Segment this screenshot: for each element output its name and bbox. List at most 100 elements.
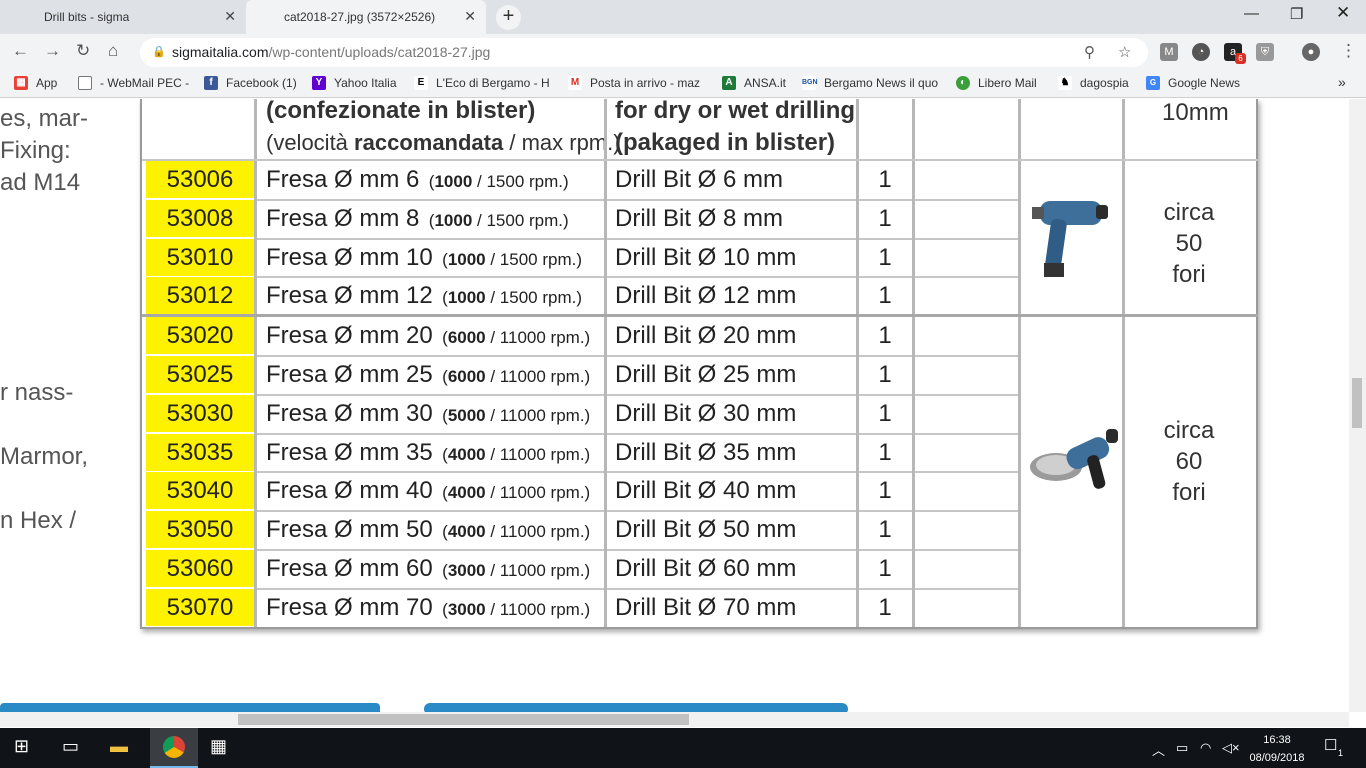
quantity: 1 (878, 243, 892, 271)
quantity: 1 (878, 166, 892, 193)
product-code: 53020 (146, 317, 254, 355)
bookmark-facebook[interactable]: f Facebook (1) (204, 76, 297, 90)
bookmark-google-news[interactable]: G Google News (1146, 76, 1240, 90)
close-tab-icon[interactable]: ✕ (224, 8, 236, 25)
volume-icon[interactable]: ◁× (1222, 740, 1240, 756)
product-code: 53035 (146, 433, 254, 471)
home-icon[interactable]: ⌂ (108, 41, 118, 61)
file-explorer-icon[interactable]: ▬ (110, 736, 128, 757)
description-it: Fresa Ø mm 10 (1000 / 1500 rpm.) (266, 243, 583, 271)
product-code: 53010 (146, 238, 254, 276)
clock[interactable]: 16:38 08/09/2018 (1246, 731, 1308, 767)
start-icon[interactable]: ⊞ (14, 736, 29, 757)
bookmark-eco-bergamo[interactable]: E L'Eco di Bergamo - H (414, 76, 550, 90)
description-en: Drill Bit Ø 25 mm (615, 361, 797, 388)
gmail-ext-icon[interactable]: M (1160, 43, 1178, 61)
notification-count: 1 (1338, 748, 1344, 758)
url-path: /wp-content/uploads/cat2018-27.jpg (268, 44, 491, 60)
shield-ext-icon[interactable]: ⛨ (1256, 43, 1274, 61)
product-table: (confezionate in blister) (velocità racc… (140, 99, 1258, 629)
description-en: Drill Bit Ø 8 mm (615, 204, 783, 232)
more-bookmarks-icon[interactable]: » (1338, 74, 1346, 90)
restore-icon[interactable]: ❐ (1290, 5, 1303, 23)
address-bar[interactable]: 🔒 sigmaitalia.com/wp-content/uploads/cat… (140, 38, 1148, 67)
vertical-scroll-thumb[interactable] (1352, 378, 1362, 428)
bookmark-app[interactable]: ▦ App (14, 76, 57, 90)
eco-icon: E (414, 76, 428, 90)
bookmark-posta[interactable]: M Posta in arrivo - maz (568, 76, 700, 90)
browser-toolbar: ← → ↻ ⌂ 🔒 sigmaitalia.com/wp-content/upl… (0, 34, 1366, 70)
product-code: 53012 (146, 277, 254, 315)
col-divider (1018, 99, 1021, 627)
speed-ext-icon[interactable]: ◔ (1192, 43, 1210, 61)
minimize-icon[interactable]: — (1244, 5, 1259, 22)
windows-taskbar: ⊞ ▭ ▬ ▦ ︿ ▭ ◠ ◁× ☐ 1 (0, 728, 1366, 768)
lock-icon: 🔒 (152, 46, 166, 58)
quantity: 1 (878, 204, 892, 232)
drill-image (1030, 189, 1114, 294)
bookmark-yahoo[interactable]: Y Yahoo Italia (312, 76, 397, 90)
header-it-line2: (velocità raccomandata / max rpm.) (266, 130, 621, 155)
bgn-icon: BGN (802, 76, 818, 90)
header-en-line2: (pakaged in blister) (615, 129, 836, 156)
bookmark-bergamo-news[interactable]: BGN Bergamo News il quo (802, 76, 938, 90)
quantity: 1 (878, 438, 892, 466)
quantity: 1 (878, 516, 892, 544)
clock-date: 08/09/2018 (1249, 752, 1305, 764)
product-code: 53006 (146, 161, 254, 198)
quantity: 1 (878, 322, 892, 350)
bookmarks-bar: ▦ App - WebMail PEC - f Facebook (1) Y Yaho… (0, 70, 1366, 98)
bookmark-libero[interactable]: ◐ Libero Mail (956, 76, 1037, 90)
description-it: Fresa Ø mm 60 (3000 / 11000 rpm.) (266, 555, 591, 582)
menu-icon[interactable]: ⋮ (1340, 41, 1357, 61)
calculator-icon[interactable]: ▦ (210, 736, 227, 757)
description-en: Drill Bit Ø 10 mm (615, 243, 797, 271)
horizontal-scroll-thumb[interactable] (238, 714, 689, 725)
star-icon[interactable]: ☆ (1118, 38, 1131, 67)
forward-icon[interactable]: → (44, 41, 61, 61)
ext-badge: 6 (1235, 53, 1246, 64)
left-text-line: ad M14 (0, 169, 81, 196)
bookmark-dagospia[interactable]: ♞ dagospia (1058, 76, 1129, 90)
group2-note: circa 60 fori (1163, 417, 1215, 506)
bookmark-ansa[interactable]: A ANSA.it (722, 76, 786, 90)
product-code: 53060 (146, 550, 254, 587)
back-icon[interactable]: ← (12, 41, 29, 61)
facebook-icon: f (204, 76, 218, 90)
battery-icon[interactable]: ▭ (1176, 740, 1188, 756)
chrome-taskbar-item[interactable] (150, 728, 198, 768)
description-it: Fresa Ø mm 70 (3000 / 11000 rpm.) (266, 593, 591, 621)
product-code: 53040 (146, 472, 254, 510)
description-en: Drill Bit Ø 6 mm (615, 166, 783, 193)
header-en-line1: for dry or wet drilling (615, 99, 856, 124)
quantity: 1 (878, 593, 892, 621)
product-code: 53008 (146, 199, 254, 237)
description-en: Drill Bit Ø 35 mm (615, 438, 797, 466)
header-size-label: 10mm (1162, 99, 1229, 126)
close-window-icon[interactable]: ✕ (1336, 3, 1350, 23)
apps-grid-icon: ▦ (14, 76, 28, 90)
close-tab-icon[interactable]: ✕ (464, 8, 476, 25)
tab-strip: Drill bits - sigma ✕ cat2018-27.jpg (357… (0, 0, 1366, 34)
wifi-icon[interactable]: ◠ (1200, 740, 1211, 756)
reload-icon[interactable]: ↻ (76, 41, 90, 61)
notifications-icon[interactable]: ☐ (1324, 736, 1337, 754)
header-divider (142, 159, 1258, 161)
clock-time: 16:38 (1263, 734, 1291, 746)
col-divider (856, 99, 859, 627)
tab-cat-image[interactable]: cat2018-27.jpg (3572×2526) ✕ (246, 0, 486, 34)
description-it: Fresa Ø mm 20 (6000 / 11000 rpm.) (266, 322, 591, 350)
tray-chevron-icon[interactable]: ︿ (1152, 740, 1165, 759)
col-divider (912, 99, 915, 627)
quantity: 1 (878, 399, 892, 427)
description-en: Drill Bit Ø 30 mm (615, 399, 797, 427)
left-text-line: Marmor, (0, 443, 89, 470)
bookmark-webmail[interactable]: - WebMail PEC - (78, 76, 189, 90)
zoom-icon[interactable]: ⚲ (1084, 38, 1095, 67)
tab-drill-bits[interactable]: Drill bits - sigma ✕ (0, 0, 246, 34)
task-view-icon[interactable]: ▭ (62, 736, 79, 757)
new-tab-button[interactable]: + (496, 5, 521, 30)
avatar[interactable]: ● (1302, 43, 1320, 61)
description-en: Drill Bit Ø 60 mm (615, 555, 797, 582)
header-it-line1: (confezionate in blister) (266, 99, 536, 124)
